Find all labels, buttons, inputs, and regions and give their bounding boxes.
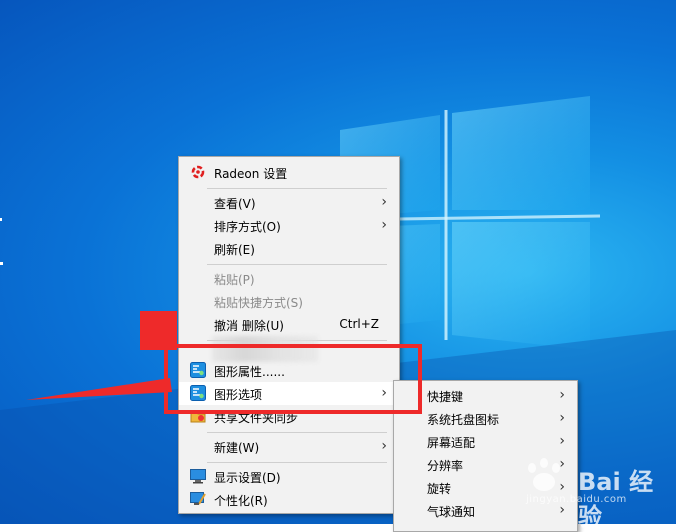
menu-item-sort-by[interactable]: 排序方式(O) › (179, 214, 399, 237)
menu-item-new[interactable]: 新建(W) › (179, 435, 399, 458)
menu-item-paste[interactable]: 粘贴(P) (179, 267, 399, 290)
chevron-right-icon: › (381, 385, 387, 401)
menu-item-label: 屏幕适配 (427, 436, 476, 450)
menu-separator (207, 188, 387, 189)
menu-item-label: 显示设置(D) (214, 471, 281, 485)
display-settings-icon (190, 468, 206, 484)
menu-separator (207, 432, 387, 433)
baidu-watermark: Bai 经验 jingyan.baidu.com (520, 456, 670, 531)
menu-item-label: 旋转 (427, 482, 452, 496)
chevron-right-icon: › (559, 433, 565, 449)
menu-item-label: 快捷键 (427, 390, 464, 404)
menu-item-graphics-properties[interactable]: 图形属性...... (179, 359, 399, 382)
menu-item-label: 系统托盘图标 (427, 413, 500, 427)
desktop-icon-fragment (0, 218, 3, 266)
graphics-properties-icon (190, 362, 206, 378)
menu-item-label: 气球通知 (427, 505, 476, 519)
menu-item-label: 排序方式(O) (214, 220, 281, 234)
menu-item-label: 粘贴(P) (214, 273, 255, 287)
redacted-region (212, 336, 318, 362)
chevron-right-icon: › (381, 438, 387, 454)
chevron-right-icon: › (559, 387, 565, 403)
menu-item-label: 查看(V) (214, 197, 256, 211)
menu-item-label: 新建(W) (214, 441, 260, 455)
menu-separator (207, 462, 387, 463)
menu-item-shortcut: Ctrl+Z (339, 317, 379, 331)
menu-item-label: 撤消 删除(U) (214, 319, 284, 333)
desktop-context-menu: Radeon 设置 查看(V) › 排序方式(O) › 刷新(E) 粘贴(P) … (178, 156, 400, 514)
menu-item-label: Radeon 设置 (214, 167, 288, 181)
graphics-options-icon (190, 385, 206, 401)
submenu-item-tray-icon[interactable]: 系统托盘图标 › (394, 407, 577, 430)
menu-item-label: 个性化(R) (214, 494, 268, 508)
chevron-right-icon: › (381, 217, 387, 233)
menu-item-label: 刷新(E) (214, 243, 255, 257)
share-folder-icon (190, 408, 206, 424)
menu-item-personalize[interactable]: 个性化(R) (179, 488, 399, 511)
menu-item-radeon-settings[interactable]: Radeon 设置 (179, 161, 399, 184)
menu-item-label: 粘贴快捷方式(S) (214, 296, 303, 310)
baidu-paw-icon (528, 458, 560, 491)
menu-item-label: 图形属性...... (214, 365, 285, 379)
menu-item-refresh[interactable]: 刷新(E) (179, 237, 399, 260)
chevron-right-icon: › (559, 410, 565, 426)
menu-item-label: 共享文件夹同步 (214, 411, 299, 425)
menu-item-view[interactable]: 查看(V) › (179, 191, 399, 214)
radeon-icon (190, 164, 206, 180)
menu-item-undo-delete[interactable]: 撤消 删除(U) Ctrl+Z (179, 313, 399, 336)
menu-item-display-settings[interactable]: 显示设置(D) (179, 465, 399, 488)
menu-item-graphics-options[interactable]: 图形选项 › (179, 382, 399, 405)
personalize-icon (190, 491, 206, 507)
submenu-item-hotkeys[interactable]: 快捷键 › (394, 384, 577, 407)
menu-separator (207, 264, 387, 265)
submenu-item-panel-fit[interactable]: 屏幕适配 › (394, 430, 577, 453)
chevron-right-icon: › (381, 194, 387, 210)
watermark-url: jingyan.baidu.com (526, 494, 627, 505)
menu-item-paste-shortcut[interactable]: 粘贴快捷方式(S) (179, 290, 399, 313)
menu-item-label: 分辨率 (427, 459, 464, 473)
menu-item-share-folder-sync[interactable]: 共享文件夹同步 (179, 405, 399, 428)
menu-item-label: 图形选项 (214, 388, 263, 402)
